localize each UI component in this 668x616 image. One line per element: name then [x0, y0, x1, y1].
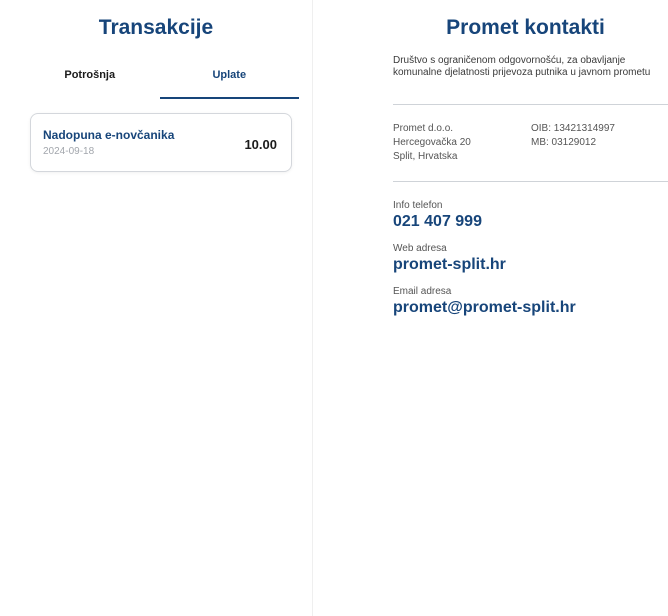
web-link[interactable]: promet-split.hr	[393, 256, 658, 274]
tab-potrosnja[interactable]: Potrošnja	[20, 63, 160, 99]
company-address: Promet d.o.o. Hercegovačka 20 Split, Hrv…	[393, 122, 531, 164]
transactions-tabs: Potrošnja Uplate	[20, 63, 299, 99]
company-mb: MB: 03129012	[531, 137, 597, 148]
contacts-screen: Promet kontakti Društvo s ograničenom od…	[383, 0, 668, 616]
phone-label: Info telefon	[393, 200, 443, 211]
web-label: Web adresa	[393, 243, 447, 254]
email-link[interactable]: promet@promet-split.hr	[393, 299, 658, 317]
page-title: Transakcije	[98, 16, 214, 39]
panel-divider	[312, 0, 313, 616]
tab-uplate[interactable]: Uplate	[159, 63, 299, 99]
transaction-title: Nadopuna e-novčanika	[43, 128, 175, 142]
company-name: Promet d.o.o.	[393, 123, 454, 134]
transaction-amount: 10.00	[244, 137, 277, 152]
transaction-card[interactable]: Nadopuna e-novčanika 2024-09-18 10.00	[30, 113, 292, 172]
page-title: Promet kontakti	[446, 16, 605, 39]
phone-link[interactable]: 021 407 999	[393, 213, 658, 231]
company-description: Društvo s ograničenom odgovornošću, za o…	[393, 55, 651, 78]
company-ids: OIB: 13421314997 MB: 03129012	[531, 122, 615, 164]
divider	[393, 181, 668, 182]
email-label: Email adresa	[393, 286, 452, 297]
company-city: Split, Hrvatska	[393, 151, 458, 162]
divider	[393, 104, 668, 105]
transactions-screen: Transakcije Potrošnja Uplate Nadopuna e-…	[0, 0, 312, 616]
company-oib: OIB: 13421314997	[531, 123, 615, 134]
company-details: Promet d.o.o. Hercegovačka 20 Split, Hrv…	[393, 122, 658, 164]
company-street: Hercegovačka 20	[393, 137, 471, 148]
transaction-date: 2024-09-18	[43, 146, 95, 157]
